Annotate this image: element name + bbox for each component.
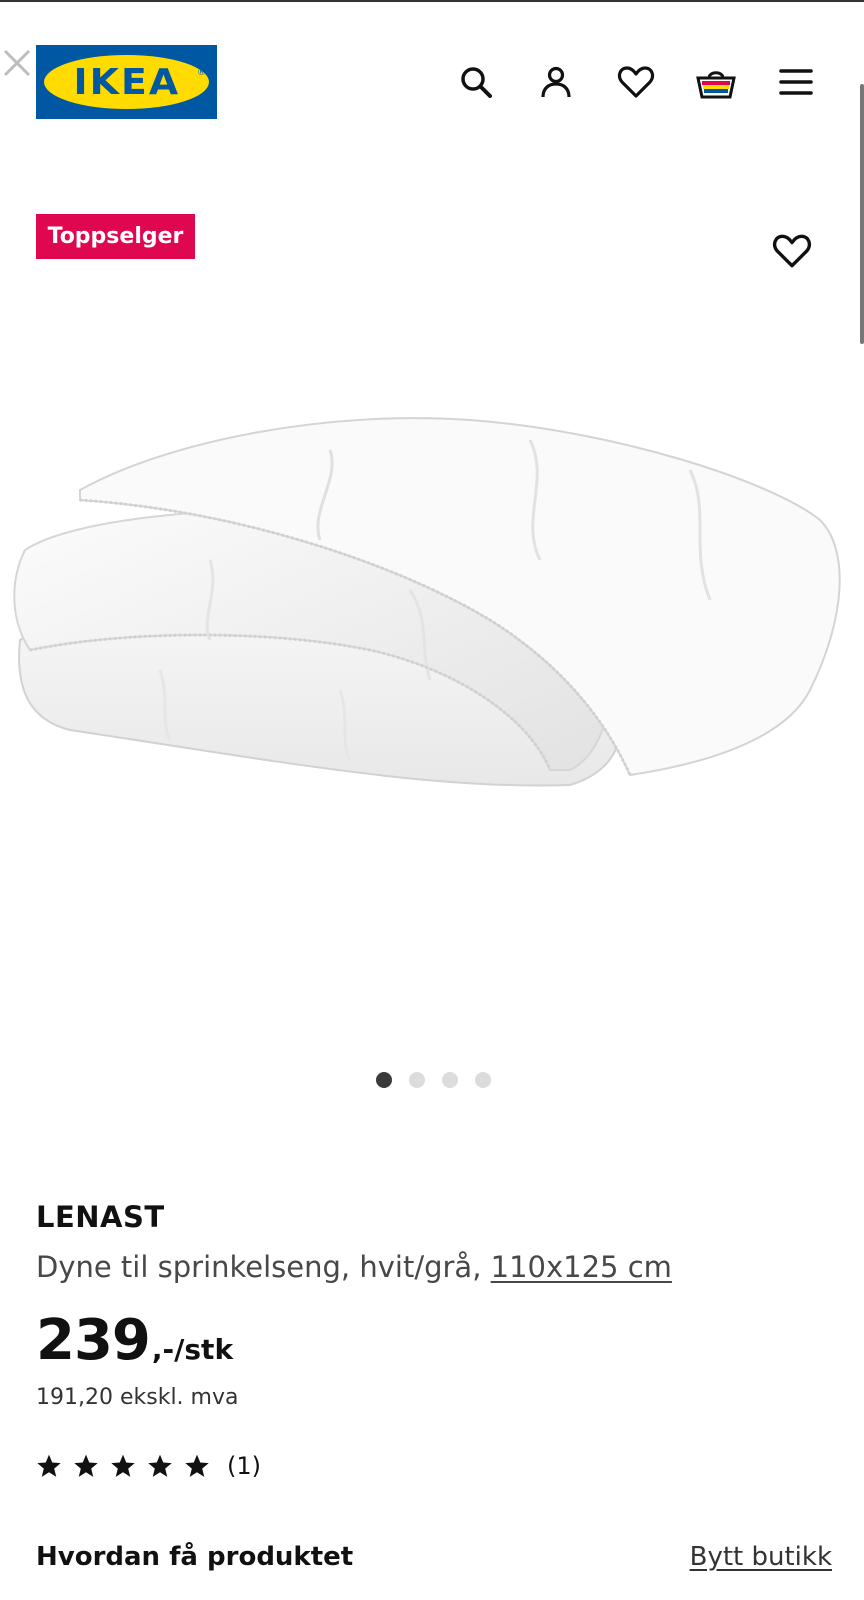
price-ex-vat: 191,20 ekskl. mva <box>36 1385 239 1410</box>
product-image[interactable] <box>10 400 860 820</box>
top-border <box>0 0 864 2</box>
product-price: 239 ,-/stk <box>36 1308 233 1373</box>
registered-mark: ® <box>197 68 206 78</box>
menu-icon[interactable] <box>776 62 816 102</box>
account-icon[interactable] <box>536 62 576 102</box>
product-name: LENAST <box>36 1200 165 1234</box>
carousel-dot-active[interactable] <box>376 1072 392 1088</box>
star-icon <box>74 1454 98 1477</box>
rating-count: (1) <box>227 1452 261 1480</box>
cart-icon[interactable] <box>696 62 736 102</box>
close-icon[interactable] <box>2 48 32 78</box>
star-icon <box>37 1454 61 1477</box>
add-to-wishlist-heart-icon[interactable] <box>772 232 812 272</box>
search-icon[interactable] <box>456 62 496 102</box>
price-amount: 239 <box>36 1308 151 1373</box>
product-size-link[interactable]: 110x125 cm <box>491 1250 672 1284</box>
image-carousel-dots <box>376 1072 491 1088</box>
scrollbar[interactable] <box>860 84 864 344</box>
star-icon <box>185 1454 209 1477</box>
star-icon <box>111 1454 135 1477</box>
product-description-text: Dyne til sprinkelseng, hvit/grå, <box>36 1250 491 1284</box>
product-description: Dyne til sprinkelseng, hvit/grå, 110x125… <box>36 1250 672 1284</box>
change-store-link[interactable]: Bytt butikk <box>690 1542 832 1572</box>
wishlist-icon[interactable] <box>616 62 656 102</box>
top-seller-badge: Toppselger <box>36 214 195 259</box>
delivery-options-heading: Hvordan få produktet <box>36 1542 354 1572</box>
carousel-dot[interactable] <box>442 1072 458 1088</box>
carousel-dot[interactable] <box>475 1072 491 1088</box>
logo-oval: IKEA <box>44 55 209 109</box>
ikea-logo[interactable]: IKEA ® <box>36 45 217 119</box>
price-unit: ,-/stk <box>151 1333 234 1366</box>
carousel-dot[interactable] <box>409 1072 425 1088</box>
star-icon <box>148 1454 172 1477</box>
logo-text: IKEA <box>73 61 180 103</box>
product-rating[interactable]: (1) <box>36 1452 261 1480</box>
